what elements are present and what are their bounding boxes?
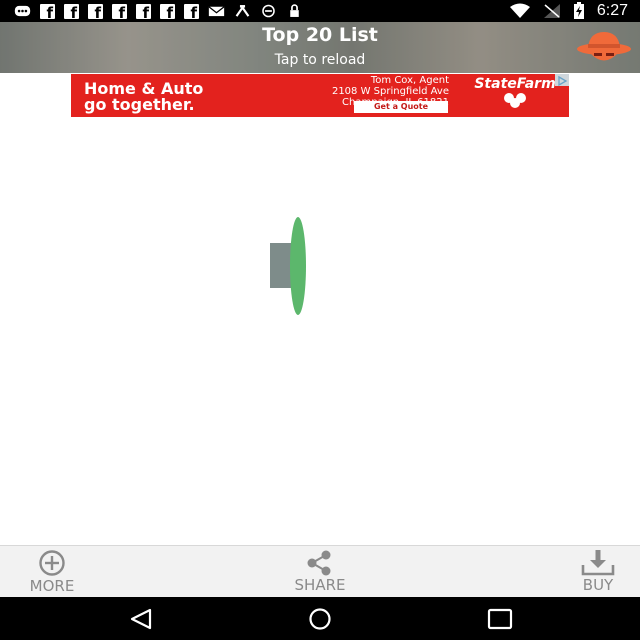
share-button[interactable]: SHARE [276,546,364,598]
facebook-icon [136,3,151,22]
buy-label: BUY [582,576,614,594]
recents-icon[interactable] [486,608,514,630]
lock-icon [290,4,299,17]
ad-brand: StateFarm [465,76,565,112]
hat-spy-icon[interactable] [576,28,632,66]
notification-icons [14,3,303,22]
more-label: MORE [29,577,75,595]
ad-quote-button[interactable]: Get a Quote [354,101,448,113]
more-button[interactable]: MORE [14,546,90,598]
add-circle-icon [39,550,65,576]
share-icon [307,550,331,576]
ad-brand-name: StateFarm [474,76,556,92]
home-icon[interactable] [305,608,335,630]
ad-choices-icon[interactable] [555,74,569,87]
app-header[interactable]: Top 20 List Tap to reload [0,22,640,73]
statefarm-logo-icon [504,93,526,108]
facebook-icon [64,3,79,22]
ad-agent-address1: 2108 W Springfield Ave [331,86,449,97]
circle-minus-icon [262,4,275,18]
ad-headline-line2: go together. [84,95,195,114]
reload-hint[interactable]: Tap to reload [0,52,640,68]
system-icons: 6:27 [509,2,628,20]
facebook-icon [112,3,127,22]
ad-banner[interactable]: Home & Auto go together. Tom Cox, Agent … [71,74,569,117]
signal-off-icon [543,4,560,18]
facebook-icon [88,3,103,22]
loading-spinner-icon [268,216,310,321]
fan-icon [235,5,250,17]
battery-charging-icon [573,2,584,19]
download-icon [581,550,615,576]
status-bar: 6:27 [0,0,640,22]
ad-agent-name: Tom Cox, Agent [370,75,449,86]
system-nav-bar [0,597,640,640]
bottom-toolbar: MORE SHARE BUY [0,545,640,598]
clock: 6:27 [596,2,628,19]
wifi-icon [509,3,530,18]
back-icon[interactable] [128,608,154,630]
facebook-icon [160,3,175,22]
facebook-icon [184,3,199,22]
page-title: Top 20 List [262,24,378,46]
ad-headline: Home & Auto go together. [84,81,284,113]
buy-button[interactable]: BUY [566,546,630,598]
facebook-icon [40,3,55,22]
message-icon [14,5,31,17]
share-label: SHARE [294,576,346,594]
mail-icon [208,6,225,17]
